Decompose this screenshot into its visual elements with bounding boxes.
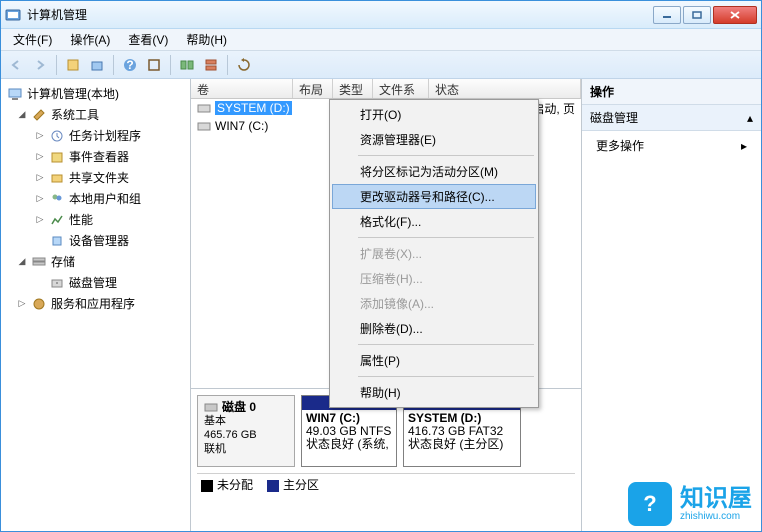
ctx-mark-active[interactable]: 将分区标记为活动分区(M) — [332, 159, 536, 184]
action-pane-title: 操作 — [582, 79, 761, 105]
ctx-open[interactable]: 打开(O) — [332, 102, 536, 127]
volume-name: WIN7 (C:) — [215, 119, 268, 133]
action-section[interactable]: 磁盘管理 ▴ — [582, 105, 761, 131]
collapse-icon[interactable]: ◢ — [17, 256, 27, 267]
minimize-button[interactable] — [653, 6, 681, 24]
tree-group-services[interactable]: ▷ 服务和应用程序 — [3, 293, 188, 314]
expand-icon[interactable]: ▷ — [35, 151, 45, 162]
toolbar-icon-4[interactable] — [176, 54, 198, 76]
expand-icon[interactable]: ▷ — [17, 298, 27, 309]
toolbar: ? — [1, 51, 761, 79]
folder-icon — [49, 170, 65, 186]
expand-icon[interactable]: ▷ — [35, 193, 45, 204]
ctx-add-mirror[interactable]: 添加镜像(A)... — [332, 291, 536, 316]
watermark-name: 知识屋 — [680, 487, 752, 511]
storage-icon — [31, 254, 47, 270]
event-icon — [49, 149, 65, 165]
menu-file[interactable]: 文件(F) — [5, 29, 60, 50]
forward-button[interactable] — [29, 54, 51, 76]
tree-item-performance[interactable]: ▷性能 — [3, 209, 188, 230]
ctx-explorer[interactable]: 资源管理器(E) — [332, 127, 536, 152]
ctx-format[interactable]: 格式化(F)... — [332, 209, 536, 234]
menubar: 文件(F) 操作(A) 查看(V) 帮助(H) — [1, 29, 761, 51]
context-menu: 打开(O) 资源管理器(E) 将分区标记为活动分区(M) 更改驱动器号和路径(C… — [329, 99, 539, 408]
col-layout[interactable]: 布局 — [293, 79, 333, 98]
volume-name: SYSTEM (D:) — [215, 101, 292, 115]
ctx-delete[interactable]: 删除卷(D)... — [332, 316, 536, 341]
toolbar-icon-2[interactable] — [86, 54, 108, 76]
back-button[interactable] — [5, 54, 27, 76]
toolbar-icon-1[interactable] — [62, 54, 84, 76]
tree-item-disk-management[interactable]: 磁盘管理 — [3, 272, 188, 293]
ctx-properties[interactable]: 属性(P) — [332, 348, 536, 373]
tree-root[interactable]: 计算机管理(本地) — [3, 83, 188, 104]
tree-item-task-scheduler[interactable]: ▷任务计划程序 — [3, 125, 188, 146]
ctx-help[interactable]: 帮助(H) — [332, 380, 536, 405]
toolbar-icon-5[interactable] — [200, 54, 222, 76]
volume-status-extra: 启动, 页 — [532, 100, 581, 117]
titlebar: 计算机管理 — [1, 1, 761, 29]
col-type[interactable]: 类型 — [333, 79, 373, 98]
computer-icon — [7, 86, 23, 102]
legend: 未分配 主分区 — [197, 473, 575, 495]
app-icon — [5, 7, 21, 23]
expand-icon[interactable]: ▷ — [35, 172, 45, 183]
close-button[interactable] — [713, 6, 757, 24]
ctx-change-drive-letter[interactable]: 更改驱动器号和路径(C)... — [332, 184, 536, 209]
watermark-url: zhishiwu.com — [680, 511, 752, 522]
disk-layout-pane: 磁盘 0 基本 465.76 GB 联机 WIN7 (C:) 49.03 GB … — [191, 389, 581, 531]
expand-icon[interactable]: ▷ — [35, 214, 45, 225]
watermark-icon: ? — [628, 482, 672, 526]
col-volume[interactable]: 卷 — [191, 79, 293, 98]
legend-primary: 主分区 — [283, 478, 319, 492]
ctx-extend[interactable]: 扩展卷(X)... — [332, 241, 536, 266]
maximize-button[interactable] — [683, 6, 711, 24]
disk-header[interactable]: 磁盘 0 基本 465.76 GB 联机 — [197, 395, 295, 467]
menu-action[interactable]: 操作(A) — [62, 29, 118, 50]
tree-item-local-users[interactable]: ▷本地用户和组 — [3, 188, 188, 209]
menu-view[interactable]: 查看(V) — [120, 29, 176, 50]
users-icon — [49, 191, 65, 207]
tree-item-event-viewer[interactable]: ▷事件查看器 — [3, 146, 188, 167]
menu-help[interactable]: 帮助(H) — [178, 29, 235, 50]
svg-text:?: ? — [126, 58, 133, 72]
watermark: ? 知识屋 zhishiwu.com — [618, 476, 762, 532]
tree-item-device-manager[interactable]: 设备管理器 — [3, 230, 188, 251]
services-icon — [31, 296, 47, 312]
tree-pane: 计算机管理(本地) ◢ 系统工具 ▷任务计划程序 ▷事件查看器 ▷共享文件夹 ▷… — [1, 79, 191, 531]
clock-icon — [49, 128, 65, 144]
col-filesystem[interactable]: 文件系统 — [373, 79, 429, 98]
col-status[interactable]: 状态 — [429, 79, 581, 98]
toolbar-icon-3[interactable] — [143, 54, 165, 76]
action-pane: 操作 磁盘管理 ▴ 更多操作 ▸ — [581, 79, 761, 531]
window-title: 计算机管理 — [27, 6, 653, 23]
tree-group-storage[interactable]: ◢ 存储 — [3, 251, 188, 272]
volume-icon — [197, 119, 211, 133]
disk-icon — [49, 275, 65, 291]
tools-icon — [31, 107, 47, 123]
chevron-right-icon: ▸ — [741, 139, 747, 153]
refresh-icon[interactable] — [233, 54, 255, 76]
performance-icon — [49, 212, 65, 228]
expand-icon[interactable]: ▷ — [35, 130, 45, 141]
tree-item-shared-folders[interactable]: ▷共享文件夹 — [3, 167, 188, 188]
collapse-icon[interactable]: ◢ — [17, 109, 27, 120]
ctx-shrink[interactable]: 压缩卷(H)... — [332, 266, 536, 291]
legend-unallocated: 未分配 — [217, 478, 253, 492]
volume-list-header: 卷 布局 类型 文件系统 状态 — [191, 79, 581, 99]
disk-icon — [204, 400, 218, 414]
device-icon — [49, 233, 65, 249]
collapse-icon: ▴ — [747, 111, 753, 125]
tree-group-system-tools[interactable]: ◢ 系统工具 — [3, 104, 188, 125]
volume-icon — [197, 101, 211, 115]
action-more[interactable]: 更多操作 ▸ — [582, 131, 761, 160]
help-icon[interactable]: ? — [119, 54, 141, 76]
